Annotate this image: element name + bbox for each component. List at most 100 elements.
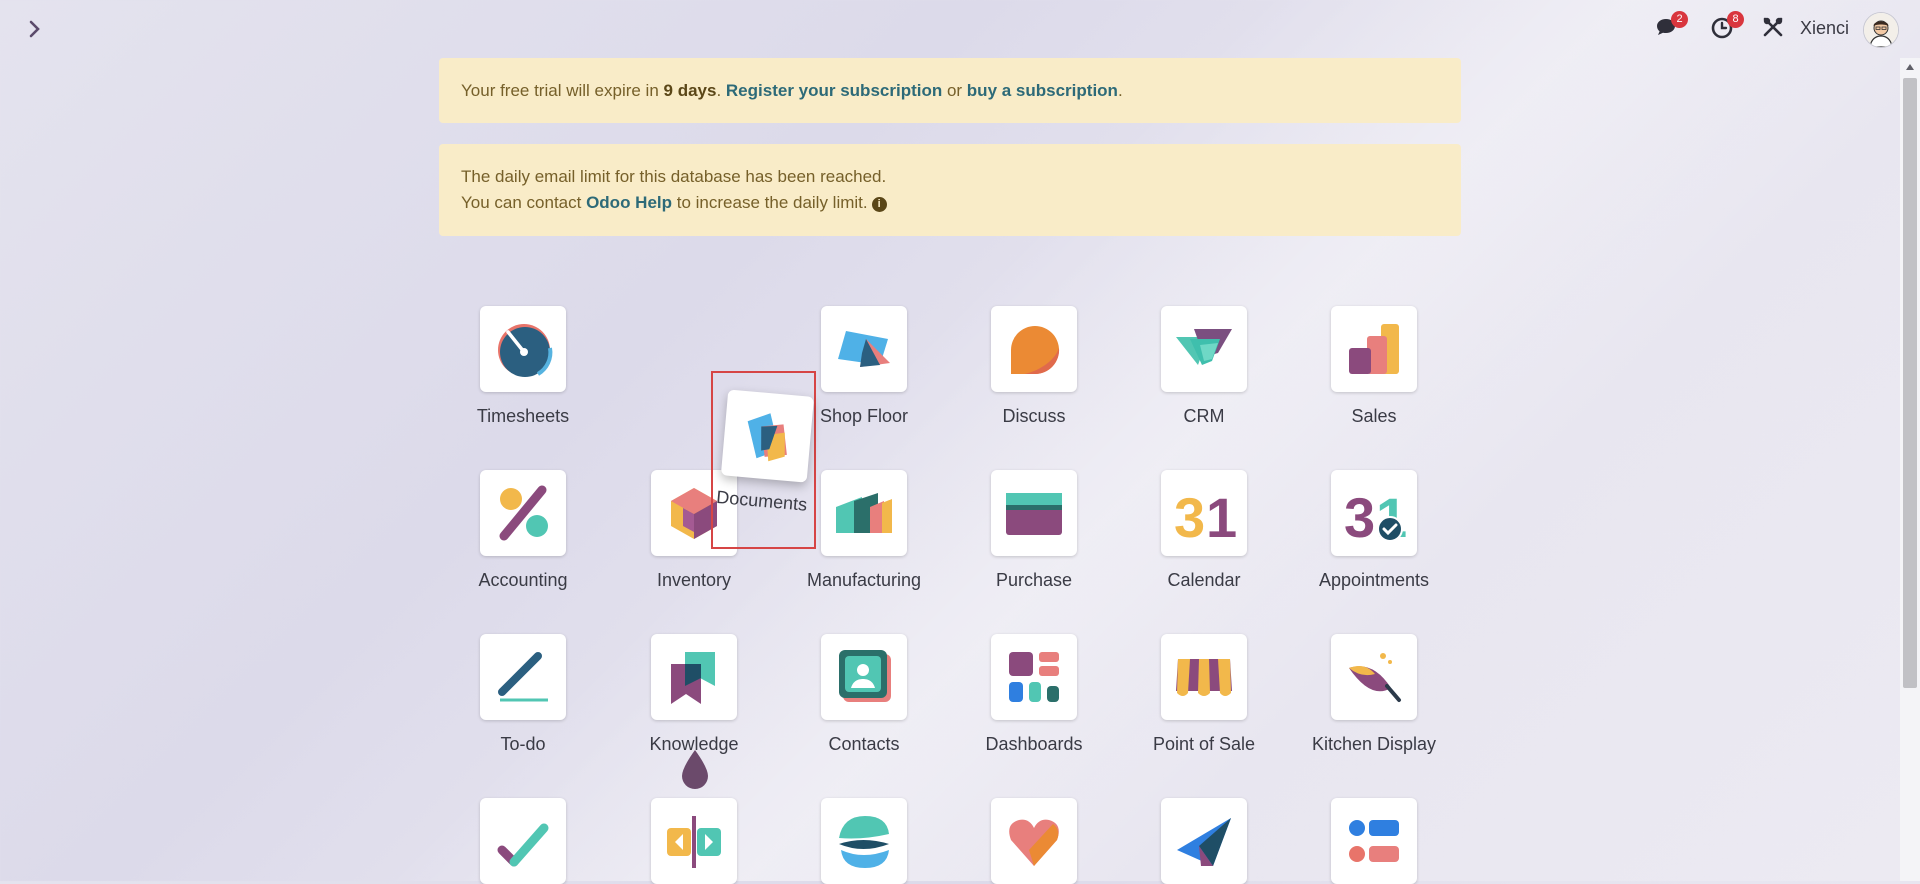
svg-text:3: 3 <box>1344 486 1375 545</box>
app-tile: 3 1 <box>1331 470 1417 556</box>
app-tile <box>480 306 566 392</box>
app-tile <box>991 798 1077 884</box>
app-label: Contacts <box>828 734 900 754</box>
email-limit-suffix: to increase the daily limit. <box>672 193 868 212</box>
user-name[interactable]: Xienci <box>1800 18 1849 39</box>
app-label: Dashboards <box>985 734 1083 754</box>
app-label: Sales <box>1351 406 1397 426</box>
app-tile <box>821 798 907 884</box>
scrollbar-thumb[interactable] <box>1903 78 1917 688</box>
expand-menu-button[interactable] <box>22 16 48 42</box>
point-of-sale-icon <box>1176 659 1232 696</box>
messages-button[interactable]: 2 <box>1654 11 1688 44</box>
app-tile <box>480 634 566 720</box>
email-limit-alert: The daily email limit for this database … <box>439 144 1461 236</box>
knowledge-icon <box>671 652 715 704</box>
app-kitchen-display[interactable]: Kitchen Display <box>1299 634 1449 755</box>
email-limit-prefix: You can contact <box>461 193 587 212</box>
timesheets-icon <box>498 324 553 377</box>
app-tile <box>991 470 1077 556</box>
info-icon[interactable]: i <box>871 197 887 212</box>
app-label: Accounting <box>478 570 568 590</box>
app-label: Purchase <box>995 570 1073 590</box>
app-tile <box>1161 306 1247 392</box>
app-discuss[interactable]: Discuss <box>959 306 1109 427</box>
email-limit-line1: The daily email limit for this database … <box>461 167 887 186</box>
app-label: Kitchen Display <box>1311 734 1437 754</box>
documents-icon <box>747 413 787 462</box>
app-tile <box>991 634 1077 720</box>
heart-icon <box>1009 819 1059 866</box>
trial-text: Your free trial will expire in <box>461 81 664 100</box>
avatar-icon <box>1864 13 1898 47</box>
app-row4-4[interactable] <box>959 798 1109 884</box>
crm-icon <box>1176 329 1232 365</box>
app-accounting[interactable]: Accounting <box>448 470 598 591</box>
trial-sep: . <box>716 81 726 100</box>
app-tile <box>821 306 907 392</box>
app-tile <box>480 470 566 556</box>
scroll-up-button[interactable] <box>1900 58 1920 76</box>
app-todo[interactable]: To-do <box>448 634 598 755</box>
messages-badge: 2 <box>1671 11 1688 28</box>
app-tile <box>1161 798 1247 884</box>
app-calendar[interactable]: 3 1 Calendar <box>1129 470 1279 591</box>
app-tile <box>1161 634 1247 720</box>
purchase-icon <box>1006 493 1062 535</box>
shop-floor-icon <box>838 331 890 367</box>
app-label: Calendar <box>1167 570 1241 590</box>
app-label: Appointments <box>1318 570 1430 590</box>
app-contacts[interactable]: Contacts <box>789 634 939 755</box>
todo-icon <box>498 652 548 702</box>
email-limit-line2: You can contact Odoo Help to increase th… <box>461 190 1439 216</box>
app-label: CRM <box>1183 406 1225 426</box>
split-arrows-icon <box>667 816 721 868</box>
debug-tools-button[interactable] <box>1762 16 1792 46</box>
calendar-icon: 3 1 <box>1174 486 1236 545</box>
app-tile <box>821 470 907 556</box>
app-tile <box>991 306 1077 392</box>
manufacturing-icon <box>836 493 892 533</box>
odoo-help-link[interactable]: Odoo Help <box>586 193 672 212</box>
app-crm[interactable]: CRM <box>1129 306 1279 427</box>
app-tile <box>480 798 566 884</box>
app-tile <box>821 634 907 720</box>
app-dashboards[interactable]: Dashboards <box>959 634 1109 755</box>
contacts-icon <box>839 650 891 702</box>
app-purchase[interactable]: Purchase <box>959 470 1109 591</box>
app-knowledge[interactable]: Knowledge <box>619 634 769 755</box>
app-row4-1[interactable] <box>448 798 598 884</box>
app-documents-dragging[interactable]: Documents <box>711 389 821 516</box>
tools-icon <box>1763 17 1783 37</box>
app-label: Inventory <box>656 570 732 590</box>
paper-plane-icon <box>1177 818 1231 866</box>
register-subscription-link[interactable]: Register your subscription <box>726 81 942 100</box>
checkmark-icon <box>497 823 549 867</box>
activities-button[interactable]: 8 <box>1710 11 1744 44</box>
app-timesheets[interactable]: Timesheets <box>448 306 598 427</box>
app-row4-3[interactable] <box>789 798 939 884</box>
app-label: Point of Sale <box>1152 734 1256 754</box>
svg-text:1: 1 <box>1206 486 1236 545</box>
list-icon <box>1349 820 1399 862</box>
app-tile <box>1331 798 1417 884</box>
trial-alert: Your free trial will expire in 9 days. R… <box>439 58 1461 123</box>
app-label: Discuss <box>1002 406 1066 426</box>
app-point-of-sale[interactable]: Point of Sale <box>1129 634 1279 755</box>
app-sales[interactable]: Sales <box>1299 306 1449 427</box>
app-tile <box>651 798 737 884</box>
app-appointments[interactable]: 3 1 Appointments <box>1299 470 1449 591</box>
app-tile <box>720 389 815 483</box>
app-label: Timesheets <box>476 406 570 426</box>
app-tile <box>1331 306 1417 392</box>
app-row4-2[interactable] <box>619 798 769 884</box>
arrow-up-icon <box>1906 64 1914 70</box>
app-row4-6[interactable] <box>1299 798 1449 884</box>
app-row4-5[interactable] <box>1129 798 1279 884</box>
app-label: To-do <box>500 734 546 754</box>
app-tile: 3 1 <box>1161 470 1247 556</box>
user-avatar[interactable] <box>1863 12 1899 48</box>
buy-subscription-link[interactable]: buy a subscription <box>967 81 1118 100</box>
activities-badge: 8 <box>1727 11 1744 28</box>
trial-days: 9 days <box>663 81 717 100</box>
